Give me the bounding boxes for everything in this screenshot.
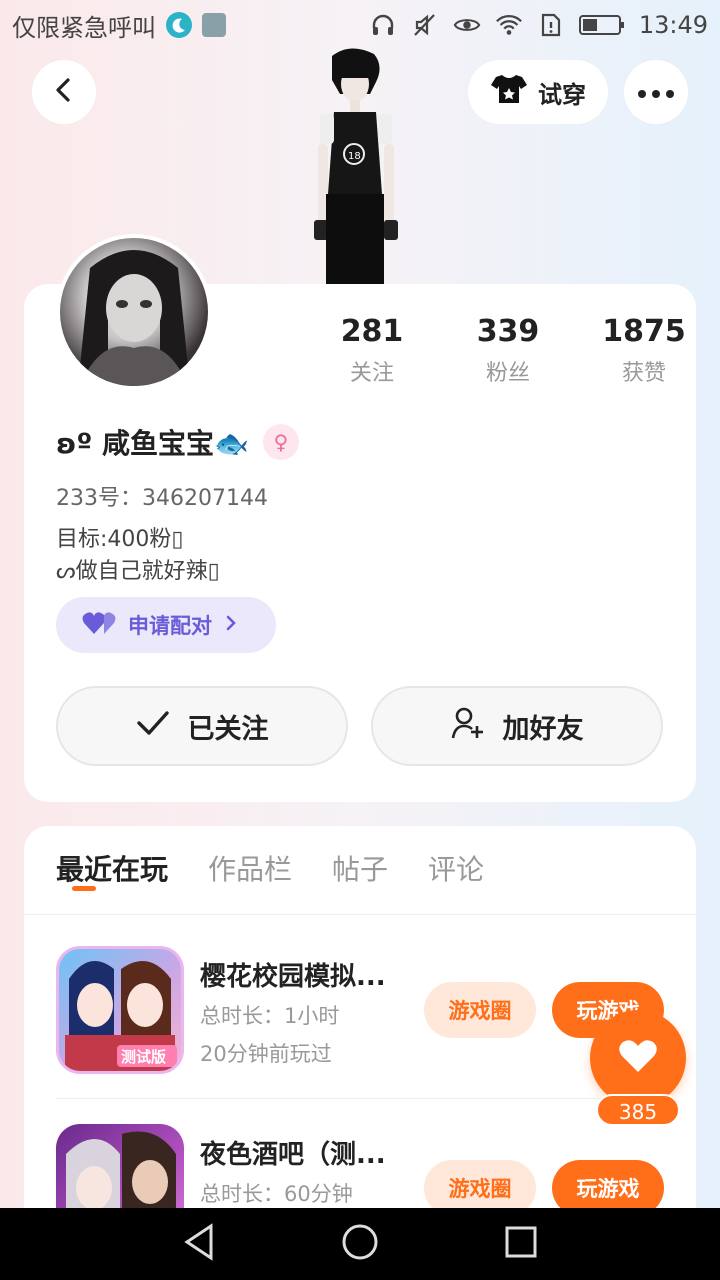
game-duration: 总时长：1小时: [200, 1004, 340, 1028]
stat-fans[interactable]: 339 粉丝: [440, 314, 576, 387]
image-icon: [202, 13, 226, 37]
game-duration: 总时长：60分钟: [200, 1182, 353, 1206]
tab-recent-play[interactable]: 最近在玩: [56, 848, 168, 888]
game-icon: 测试版: [56, 946, 184, 1074]
stat-following[interactable]: 281 关注: [304, 314, 440, 387]
tab-indicator: [72, 886, 96, 891]
svg-text:18: 18: [348, 151, 361, 162]
tshirt-icon: [490, 73, 528, 111]
bio-line: 目标:400粉▯: [56, 527, 184, 552]
tab-bar: 最近在玩 作品栏 帖子 评论: [56, 848, 484, 888]
stat-label: 获赞: [621, 361, 666, 386]
heart-icon: [618, 1038, 658, 1078]
stat-value: 339: [476, 314, 540, 349]
bio: 目标:400粉▯ ᔕ做自己就好辣▯: [56, 524, 220, 588]
followed-button[interactable]: 已关注: [56, 686, 348, 766]
game-title: 夜色酒吧（测...: [200, 1140, 386, 1170]
stat-label: 粉丝: [485, 361, 530, 386]
stat-label: 关注: [349, 361, 394, 386]
carrier-text: 仅限紧急呼叫: [12, 13, 156, 42]
add-friend-button[interactable]: 加好友: [371, 686, 663, 766]
tab-posts[interactable]: 帖子: [332, 848, 388, 888]
check-icon: [136, 709, 170, 744]
headphones-icon: [369, 11, 397, 39]
stats-row: 281 关注 339 粉丝 1875 获赞: [304, 314, 712, 387]
like-button[interactable]: [590, 1010, 686, 1106]
followed-label: 已关注: [187, 713, 269, 745]
username: ʚº 咸鱼宝宝🐟: [56, 427, 249, 460]
battery-icon: [578, 11, 625, 39]
sim-icon: [537, 11, 565, 39]
bio-line: ᔕ做自己就好辣▯: [56, 559, 220, 584]
stat-value: 1875: [602, 314, 686, 349]
stat-likes[interactable]: 1875 获赞: [576, 314, 712, 387]
nav-home-icon[interactable]: [340, 1222, 380, 1266]
user-id: 233号：346207144: [56, 486, 268, 511]
mute-icon: [411, 11, 439, 39]
system-nav-bar: [0, 1208, 720, 1280]
female-icon: ♀: [262, 424, 299, 460]
nav-recents-icon[interactable]: [503, 1224, 539, 1264]
status-bar: 仅限紧急呼叫 13:49: [0, 0, 720, 50]
eye-icon: [453, 11, 481, 39]
more-icon: [638, 83, 674, 102]
avatar-image: [60, 238, 208, 386]
heart-pair-icon: [82, 610, 116, 641]
back-button[interactable]: [32, 60, 96, 124]
game-last-played: 20分钟前玩过: [200, 1042, 332, 1066]
avatar-3d-figure: 18: [300, 44, 410, 284]
game-title: 樱花校园模拟...: [200, 962, 386, 992]
clock-text: 13:49: [638, 11, 708, 39]
wifi-icon: [495, 11, 523, 39]
name-row: ʚº 咸鱼宝宝🐟 ♀: [56, 422, 299, 462]
chevron-right-icon: [224, 613, 238, 637]
tab-comments[interactable]: 评论: [428, 848, 484, 888]
stat-value: 281: [340, 314, 404, 349]
game-row[interactable]: 测试版 樱花校园模拟... 总时长：1小时 20分钟前玩过 游戏圈 玩游戏: [56, 946, 676, 1076]
back-icon: [52, 76, 76, 108]
more-button[interactable]: [624, 60, 688, 124]
game-circle-button[interactable]: 游戏圈: [424, 982, 536, 1038]
try-on-button[interactable]: 试穿: [468, 60, 608, 124]
like-count: 385: [596, 1094, 680, 1126]
add-user-icon: [451, 706, 485, 747]
pair-label: 申请配对: [128, 614, 212, 638]
divider: [56, 1098, 664, 1099]
nav-back-icon[interactable]: [181, 1222, 217, 1266]
game-badge: 测试版: [121, 1048, 166, 1066]
divider: [24, 914, 696, 915]
pair-request-button[interactable]: 申请配对: [56, 597, 276, 653]
moon-icon: [166, 12, 192, 38]
tab-works[interactable]: 作品栏: [208, 848, 292, 888]
add-friend-label: 加好友: [502, 713, 584, 745]
avatar[interactable]: [56, 234, 212, 390]
try-on-label: 试穿: [538, 80, 586, 109]
